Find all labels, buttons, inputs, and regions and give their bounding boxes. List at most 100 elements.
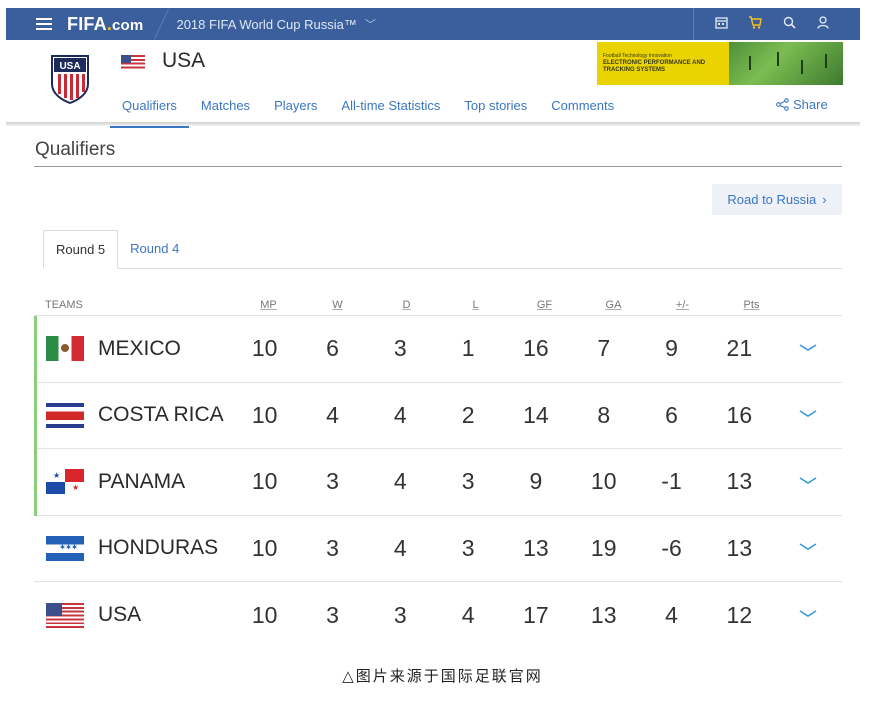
chevron-down-icon[interactable] [773, 606, 842, 624]
us-soccer-crest: USA [50, 54, 90, 105]
team-cell: ✱✱✱ HONDURAS [34, 535, 231, 561]
table-row[interactable]: USA 10 3 3 4 17 13 4 12 [34, 582, 842, 649]
header-mp-label: MP [260, 298, 277, 311]
table-row[interactable]: ✱✱✱ HONDURAS 10 3 4 3 13 19 -6 13 [34, 516, 842, 582]
ga-cell: 8 [597, 401, 611, 428]
d-cell: 4 [393, 468, 407, 495]
d-cell: 4 [393, 401, 407, 428]
round-tabs: Round 5 Round 4 [43, 229, 842, 269]
w-cell: 6 [326, 335, 339, 362]
tab-top-stories[interactable]: Top stories [452, 96, 539, 123]
user-icon[interactable] [806, 16, 840, 32]
usa-flag [121, 55, 145, 69]
pts-cell: 13 [726, 534, 753, 561]
chevron-down-icon[interactable] [773, 539, 842, 557]
costa-rica-flag [46, 402, 84, 428]
team-name-cell: USA [98, 603, 142, 627]
usa-flag [46, 602, 84, 628]
table-row[interactable]: ★ ★ PANAMA 10 3 4 3 9 10 -1 13 [34, 449, 842, 516]
w-cell: 4 [326, 401, 339, 428]
edition-label: 2018 FIFA World Cup Russia™ [176, 16, 357, 32]
flag-canton [121, 55, 132, 63]
chevron-down-icon: ﹀ [364, 19, 376, 31]
l-cell: 1 [461, 335, 475, 362]
gd-cell: 9 [665, 335, 678, 362]
gd-cell: 6 [665, 401, 678, 428]
mp-cell: 10 [251, 534, 278, 561]
l-cell: 4 [461, 601, 475, 628]
l-cell: 3 [461, 534, 475, 561]
title-divider [34, 166, 842, 167]
ga-cell: 19 [590, 534, 617, 561]
pts-cell: 12 [726, 601, 753, 628]
header-gf: GF [510, 299, 579, 311]
ga-cell: 7 [597, 335, 611, 362]
table-header-row: TEAMS MP W D L GF GA +/- Pts [34, 294, 842, 316]
search-icon[interactable] [772, 16, 806, 32]
team-name: USA [162, 49, 206, 72]
gf-cell: 13 [523, 534, 549, 561]
chevron-down-icon[interactable] [773, 406, 842, 424]
table-row[interactable]: MEXICO 10 6 3 1 16 7 9 21 [34, 316, 842, 383]
tab-matches[interactable]: Matches [189, 96, 262, 123]
fifa-logo[interactable]: FIFA.com [67, 14, 143, 35]
l-cell: 3 [461, 468, 475, 495]
ga-cell: 13 [590, 601, 617, 628]
header-pts-label: Pts [743, 298, 760, 311]
gd-cell: 4 [665, 601, 678, 628]
d-cell: 3 [393, 335, 407, 362]
header-teams: TEAMS [45, 298, 83, 311]
tab-players[interactable]: Players [262, 96, 329, 123]
w-cell: 3 [326, 601, 339, 628]
w-cell: 3 [326, 534, 339, 561]
ad-text: Football Technology Innovation ELECTRONI… [597, 53, 729, 74]
tab-qualifiers[interactable]: Qualifiers [110, 96, 189, 128]
pts-cell: 21 [726, 335, 753, 362]
pts-cell: 16 [726, 401, 753, 428]
ad-banner[interactable]: Football Technology Innovation ELECTRONI… [597, 42, 843, 85]
menu-icon[interactable] [36, 18, 52, 30]
ga-cell: 10 [590, 468, 617, 495]
ad-small-text: Football Technology Innovation [603, 53, 672, 59]
header-divider [6, 122, 860, 126]
team-cell: MEXICO [34, 336, 231, 362]
ad-headline: ELECTRONIC PERFORMANCE AND TRACKING SYST… [603, 60, 706, 73]
tab-round-5[interactable]: Round 5 [43, 230, 119, 269]
gd-cell: -6 [661, 534, 682, 561]
header-d-label: D [402, 298, 411, 311]
mp-cell: 10 [251, 401, 278, 428]
team-cell: USA [34, 602, 231, 628]
tab-comments[interactable]: Comments [539, 96, 626, 123]
calendar-icon[interactable] [704, 16, 738, 32]
header-pts: Pts [717, 299, 786, 311]
header-l: L [441, 299, 510, 311]
topbar-divider [154, 9, 170, 39]
header-ga-label: GA [605, 298, 622, 311]
top-navigation-bar: FIFA.com 2018 FIFA World Cup Russia™ ﹀ [6, 8, 860, 40]
table-row[interactable]: COSTA RICA 10 4 4 2 14 8 6 16 [34, 382, 842, 449]
team-name-cell: HONDURAS [98, 536, 219, 560]
share-icon [776, 98, 789, 111]
mp-cell: 10 [251, 335, 278, 362]
page-title: Qualifiers [35, 139, 116, 160]
team-cell: COSTA RICA [34, 402, 231, 428]
l-cell: 2 [461, 401, 475, 428]
header-mp: MP [234, 299, 303, 311]
road-to-russia-button[interactable]: Road to Russia › [712, 184, 842, 215]
edition-selector[interactable]: 2018 FIFA World Cup Russia™ ﹀ [176, 16, 375, 32]
header-w-label: W [332, 298, 343, 311]
chevron-down-icon[interactable] [773, 473, 842, 491]
tab-all-time-statistics[interactable]: All-time Statistics [329, 96, 452, 123]
panama-flag: ★ ★ [46, 469, 84, 495]
header-gd-label: +/- [675, 298, 690, 311]
cart-icon[interactable] [738, 16, 772, 32]
share-button[interactable]: Share [776, 97, 828, 112]
svg-text:USA: USA [59, 61, 80, 72]
chevron-down-icon[interactable] [773, 340, 842, 358]
header-d: D [372, 299, 441, 311]
tab-round-4[interactable]: Round 4 [118, 229, 191, 268]
pts-cell: 13 [726, 468, 753, 495]
share-label: Share [793, 97, 828, 112]
mp-cell: 10 [251, 601, 278, 628]
standings-table: TEAMS MP W D L GF GA +/- Pts MEXICO 10 6… [34, 294, 842, 649]
